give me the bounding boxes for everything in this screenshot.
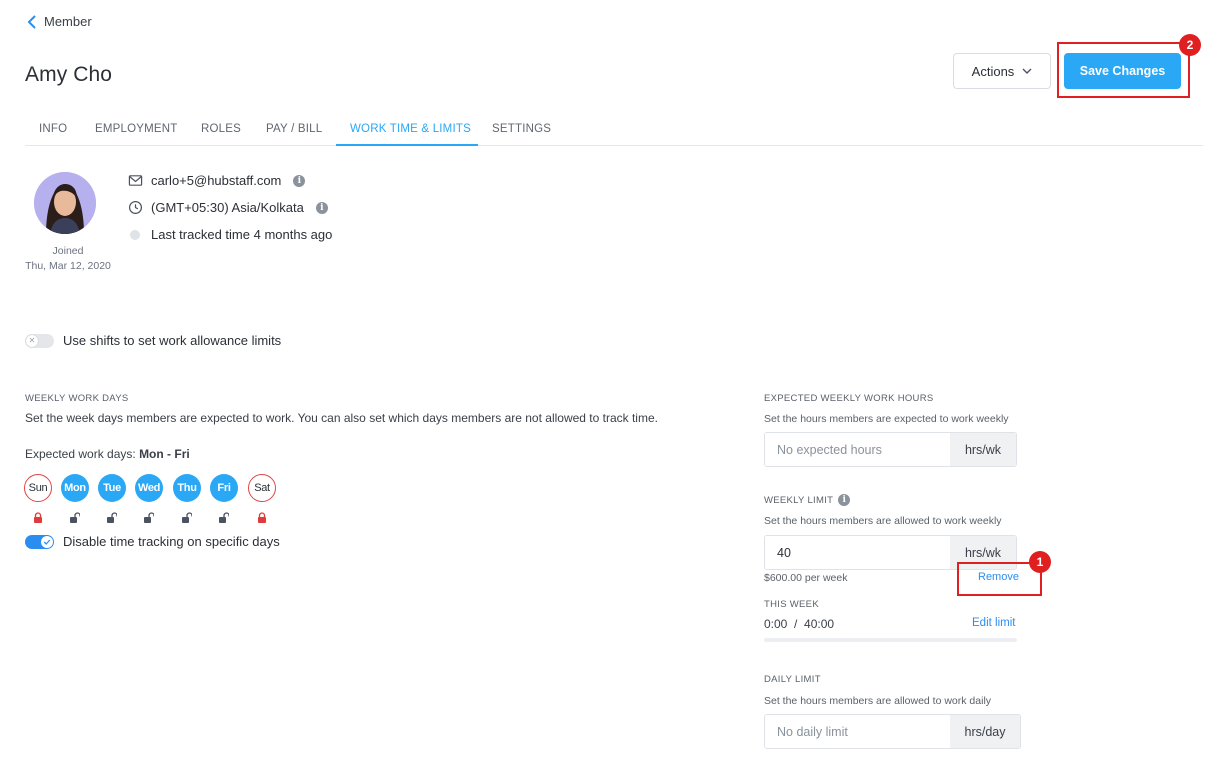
back-link[interactable]: Member bbox=[26, 14, 92, 29]
disable-tracking-toggle[interactable] bbox=[25, 534, 54, 549]
weekly-limit-progress bbox=[764, 638, 1017, 642]
edit-limit-link[interactable]: Edit limit bbox=[972, 617, 1015, 629]
daily-limit-field: hrs/day bbox=[764, 714, 1021, 749]
weekly-limit-header: WEEKLY LIMIT i bbox=[764, 494, 851, 506]
day-fri[interactable]: Fri bbox=[210, 474, 238, 502]
email-text: carlo+5@hubstaff.com bbox=[151, 173, 282, 188]
tab-pay-bill[interactable]: PAY / BILL bbox=[266, 118, 322, 146]
day-wed[interactable]: Wed bbox=[135, 474, 163, 502]
actions-dropdown-button[interactable]: Actions bbox=[953, 53, 1051, 89]
weekly-work-days-description: Set the week days members are expected t… bbox=[25, 411, 658, 425]
lock-icon[interactable] bbox=[33, 512, 43, 523]
avatar bbox=[34, 172, 96, 234]
day-thu[interactable]: Thu bbox=[173, 474, 201, 502]
annotation-badge-1: 1 bbox=[1029, 551, 1051, 573]
tab-bar: INFO EMPLOYMENT ROLES PAY / BILL WORK TI… bbox=[25, 118, 1203, 146]
expected-work-days-label: Expected work days: bbox=[25, 447, 140, 461]
lock-icon[interactable] bbox=[257, 512, 267, 523]
tab-work-time-limits[interactable]: WORK TIME & LIMITS bbox=[336, 118, 478, 146]
chevron-left-icon bbox=[27, 14, 36, 29]
expected-hours-unit: hrs/wk bbox=[950, 433, 1016, 466]
close-icon: ✕ bbox=[26, 334, 38, 347]
daily-limit-input[interactable] bbox=[765, 715, 950, 748]
page-title: Amy Cho bbox=[25, 63, 113, 86]
this-week-value: 0:00 / 40:00 bbox=[764, 617, 835, 631]
expected-hours-description: Set the hours members are expected to wo… bbox=[764, 413, 1009, 425]
unlock-icon[interactable] bbox=[107, 512, 117, 523]
tab-employment[interactable]: EMPLOYMENT bbox=[95, 118, 178, 146]
info-icon[interactable]: i bbox=[293, 174, 306, 187]
highlight-box-save bbox=[1057, 42, 1190, 98]
this-week-title: THIS WEEK bbox=[764, 599, 819, 610]
expected-work-days: Expected work days: Mon - Fri bbox=[25, 447, 190, 461]
info-icon[interactable]: i bbox=[315, 201, 328, 214]
day-sat[interactable]: Sat bbox=[248, 474, 276, 502]
tab-info[interactable]: INFO bbox=[39, 118, 67, 146]
last-tracked-text: Last tracked time 4 months ago bbox=[151, 227, 333, 242]
unlock-icon[interactable] bbox=[70, 512, 80, 523]
highlight-box-remove bbox=[957, 562, 1042, 596]
back-link-label: Member bbox=[44, 14, 92, 29]
actions-button-label: Actions bbox=[971, 63, 1015, 79]
disable-tracking-row: Disable time tracking on specific days bbox=[25, 534, 280, 549]
tab-roles[interactable]: ROLES bbox=[201, 118, 241, 146]
shifts-toggle[interactable]: ✕ bbox=[25, 333, 54, 348]
weekly-work-days-title: WEEKLY WORK DAYS bbox=[25, 393, 129, 404]
daily-limit-description: Set the hours members are allowed to wor… bbox=[764, 695, 992, 707]
joined-label: Joined bbox=[52, 245, 84, 257]
shifts-toggle-row: ✕ Use shifts to set work allowance limit… bbox=[25, 333, 281, 348]
envelope-icon bbox=[128, 175, 143, 186]
email-row: carlo+5@hubstaff.com i bbox=[128, 173, 306, 188]
expected-hours-input[interactable] bbox=[765, 433, 950, 466]
unlock-icon[interactable] bbox=[144, 512, 154, 523]
weekly-limit-input[interactable] bbox=[765, 536, 950, 569]
weekly-limit-cost: $600.00 per week bbox=[764, 572, 848, 584]
annotation-badge-2: 2 bbox=[1179, 34, 1201, 56]
daily-limit-unit: hrs/day bbox=[950, 715, 1020, 748]
disable-tracking-label: Disable time tracking on specific days bbox=[63, 534, 280, 549]
info-icon[interactable]: i bbox=[838, 494, 851, 506]
expected-hours-field: hrs/wk bbox=[764, 432, 1017, 467]
day-sun[interactable]: Sun bbox=[24, 474, 52, 502]
chevron-down-icon bbox=[1022, 68, 1032, 74]
clock-icon bbox=[128, 200, 143, 215]
status-dot bbox=[130, 229, 140, 240]
day-mon[interactable]: Mon bbox=[61, 474, 89, 502]
joined-info: Joined Thu, Mar 12, 2020 bbox=[25, 244, 111, 274]
check-icon bbox=[41, 535, 53, 548]
expected-hours-title: EXPECTED WEEKLY WORK HOURS bbox=[764, 393, 934, 404]
timezone-text: (GMT+05:30) Asia/Kolkata bbox=[151, 200, 304, 215]
unlock-icon[interactable] bbox=[182, 512, 192, 523]
daily-limit-title: DAILY LIMIT bbox=[764, 674, 821, 685]
tab-settings[interactable]: SETTINGS bbox=[492, 118, 551, 146]
joined-date: Thu, Mar 12, 2020 bbox=[25, 260, 111, 272]
expected-work-days-value: Mon - Fri bbox=[139, 447, 190, 461]
last-tracked-row: Last tracked time 4 months ago bbox=[128, 227, 332, 242]
unlock-icon[interactable] bbox=[219, 512, 229, 523]
timezone-row: (GMT+05:30) Asia/Kolkata i bbox=[128, 200, 328, 215]
shifts-toggle-label: Use shifts to set work allowance limits bbox=[63, 333, 282, 348]
day-tue[interactable]: Tue bbox=[98, 474, 126, 502]
weekly-limit-description: Set the hours members are allowed to wor… bbox=[764, 515, 1002, 527]
weekly-limit-title: WEEKLY LIMIT bbox=[764, 494, 834, 506]
